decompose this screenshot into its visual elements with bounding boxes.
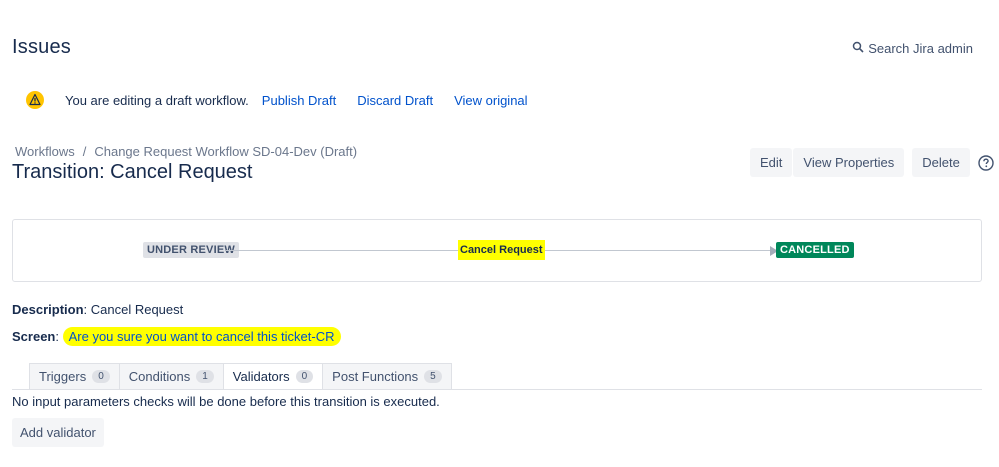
edit-button[interactable]: Edit: [750, 148, 793, 177]
tab-validators[interactable]: Validators 0: [222, 363, 323, 390]
description-label: Description: [12, 302, 84, 317]
description-row: Description: Cancel Request: [12, 302, 184, 317]
publish-draft-link[interactable]: Publish Draft: [262, 93, 336, 108]
transition-actions: Edit View Properties Delete: [750, 148, 994, 177]
help-icon[interactable]: [978, 154, 994, 171]
tabs-divider: [12, 389, 982, 390]
screen-row: Screen: Are you sure you want to cancel …: [12, 327, 341, 346]
validators-empty-message: No input parameters checks will be done …: [12, 394, 440, 409]
tab-count-badge: 1: [196, 370, 214, 383]
tab-label: Validators: [232, 369, 290, 384]
discard-draft-link[interactable]: Discard Draft: [357, 93, 433, 108]
tab-post-functions[interactable]: Post Functions 5: [322, 363, 452, 390]
transition-title: Transition: Cancel Request: [12, 161, 253, 183]
search-icon: [852, 41, 864, 56]
to-status-lozenge: CANCELLED: [776, 242, 854, 258]
draft-message: You are editing a draft workflow.: [65, 92, 249, 108]
tab-count-badge: 0: [295, 370, 314, 383]
breadcrumb-separator: /: [82, 144, 87, 159]
search-admin-label: Search Jira admin: [868, 41, 973, 56]
description-value: Cancel Request: [90, 302, 184, 317]
tab-count-badge: 0: [92, 370, 110, 383]
tab-triggers[interactable]: Triggers 0: [29, 363, 119, 390]
delete-button[interactable]: Delete: [912, 148, 970, 177]
breadcrumb: Workflows / Change Request Workflow SD-0…: [15, 144, 357, 159]
view-original-link[interactable]: View original: [454, 93, 527, 108]
warning-icon: [25, 90, 45, 110]
tab-conditions[interactable]: Conditions 1: [118, 363, 223, 390]
tab-count-badge: 5: [424, 370, 442, 383]
page-title: Issues: [12, 36, 72, 58]
screen-link[interactable]: Are you sure you want to cancel this tic…: [62, 327, 341, 346]
edit-button-group: Edit View Properties: [750, 148, 905, 177]
search-jira-admin-link[interactable]: Search Jira admin: [852, 41, 973, 56]
tab-label: Conditions: [128, 369, 191, 384]
screen-label: Screen: [12, 329, 56, 344]
breadcrumb-workflows[interactable]: Workflows: [15, 144, 75, 159]
tab-label: Post Functions: [332, 369, 419, 384]
from-status-lozenge: UNDER REVIEW: [143, 242, 239, 258]
transition-tabs: Triggers 0 Conditions 1 Validators 0 Pos…: [29, 363, 452, 390]
breadcrumb-workflow-name[interactable]: Change Request Workflow SD-04-Dev (Draft…: [94, 144, 357, 159]
view-properties-button[interactable]: View Properties: [793, 148, 905, 177]
transition-name-label: Cancel Request: [458, 240, 545, 260]
tab-label: Triggers: [39, 369, 87, 384]
draft-workflow-bar: You are editing a draft workflow. Publis…: [25, 90, 549, 110]
transition-diagram: UNDER REVIEW Cancel Request CANCELLED: [12, 219, 982, 282]
add-validator-button[interactable]: Add validator: [12, 418, 104, 447]
